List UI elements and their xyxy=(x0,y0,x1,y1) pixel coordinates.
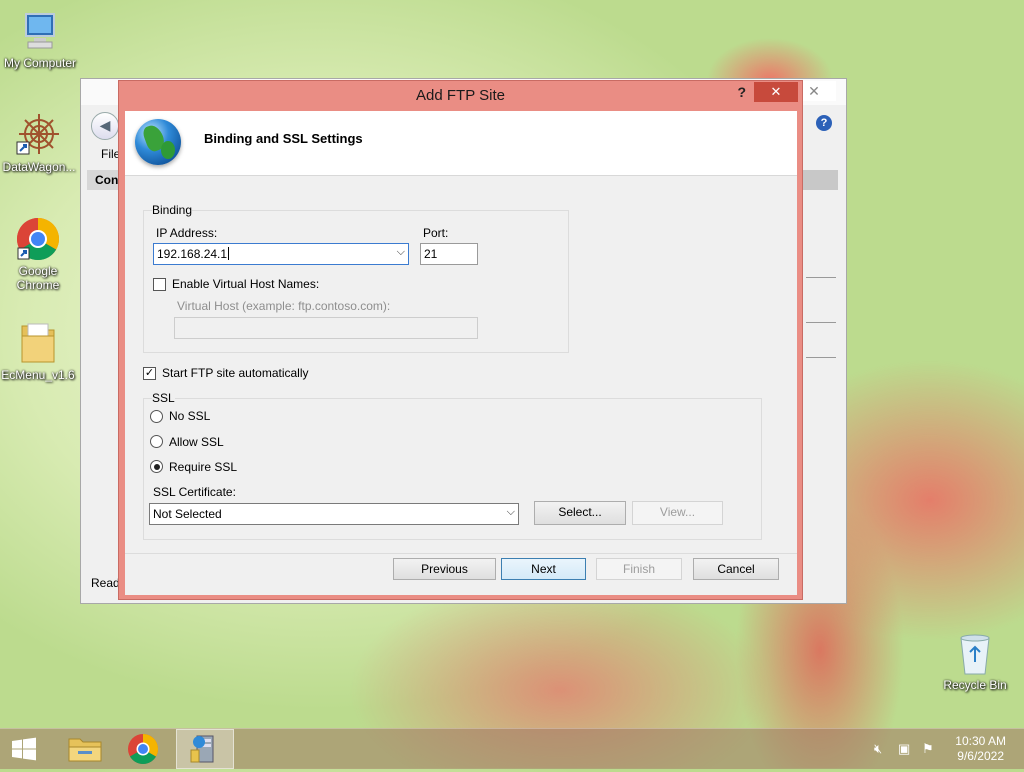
clock-date: 9/6/2022 xyxy=(957,749,1004,763)
taskbar-chrome[interactable] xyxy=(114,729,172,769)
start-automatically-label: Start FTP site automatically xyxy=(162,366,309,380)
chevron-down-icon[interactable]: ⌵ xyxy=(397,246,405,259)
ssl-certificate-value: Not Selected xyxy=(153,507,222,521)
actions-header xyxy=(798,170,838,190)
desktop-icon-my-computer[interactable]: My Computer xyxy=(0,10,80,70)
ip-address-value: 192.168.24.1 xyxy=(157,247,228,261)
virtual-host-input[interactable] xyxy=(174,317,478,339)
computer-icon xyxy=(18,10,62,54)
next-button[interactable]: Next xyxy=(501,558,586,580)
radio-no-ssl[interactable] xyxy=(150,410,163,423)
chrome-icon xyxy=(128,734,159,765)
iis-manager-icon xyxy=(190,735,214,763)
taskbar-iis-manager[interactable] xyxy=(176,729,234,769)
desktop-icon-label: DataWagon... xyxy=(2,160,76,174)
back-arrow-icon[interactable]: ◀ xyxy=(91,112,119,140)
globe-icon xyxy=(135,119,181,165)
status-text: Read xyxy=(91,576,120,590)
start-automatically-checkbox[interactable]: ✓ xyxy=(143,367,156,380)
desktop-icon-label: My Computer xyxy=(3,56,77,70)
dialog-title: Add FTP Site xyxy=(416,87,505,104)
taskbar-file-explorer[interactable] xyxy=(56,729,114,769)
datawagon-icon xyxy=(15,110,63,158)
radio-require-ssl[interactable] xyxy=(150,460,163,473)
recycle-bin-icon xyxy=(955,630,995,676)
select-certificate-button[interactable]: Select... xyxy=(534,501,626,525)
port-input[interactable]: 21 xyxy=(420,243,478,265)
dialog-body: Binding and SSL Settings Binding IP Addr… xyxy=(125,111,797,595)
speaker-muted-icon[interactable]: 🔇︎ xyxy=(874,741,882,757)
chrome-icon xyxy=(15,216,61,262)
desktop-icon-google-chrome[interactable]: Google Chrome xyxy=(0,216,78,292)
view-certificate-button[interactable]: View... xyxy=(632,501,723,525)
action-center-icon[interactable]: ⚑ xyxy=(922,741,934,757)
ssl-certificate-label: SSL Certificate: xyxy=(153,485,236,499)
windows-logo-icon xyxy=(12,737,36,761)
finish-button[interactable]: Finish xyxy=(596,558,682,580)
virtual-host-label: Virtual Host (example: ftp.contoso.com): xyxy=(177,299,391,313)
chevron-down-icon[interactable]: ⌵ xyxy=(507,506,515,519)
desktop-icon-label: EcMenu_v1.6 xyxy=(1,368,75,382)
previous-button[interactable]: Previous xyxy=(393,558,496,580)
ip-address-label: IP Address: xyxy=(156,226,218,240)
ssl-certificate-combo[interactable]: Not Selected ⌵ xyxy=(149,503,519,525)
cancel-button[interactable]: Cancel xyxy=(693,558,779,580)
help-icon[interactable]: ? xyxy=(816,115,832,131)
desktop-icon-label: Google Chrome xyxy=(16,264,60,292)
add-ftp-site-dialog: Add FTP Site ? ✕ Binding and SSL Setting… xyxy=(118,80,803,600)
taskbar: 🔇︎ ▣ ⚑ 10:30 AM 9/6/2022 xyxy=(0,728,1024,769)
footer-divider xyxy=(125,553,797,554)
desktop-icon-recycle-bin[interactable]: Recycle Bin xyxy=(935,630,1015,692)
text-caret xyxy=(228,247,230,260)
virtual-host-checkbox-label: Enable Virtual Host Names: xyxy=(172,277,320,291)
port-label: Port: xyxy=(423,226,449,240)
port-value: 21 xyxy=(424,247,438,261)
desktop-icon-datawagon[interactable]: DataWagon... xyxy=(0,110,79,174)
taskbar-clock[interactable]: 10:30 AM 9/6/2022 xyxy=(955,734,1006,764)
folder-icon xyxy=(16,320,60,366)
radio-allow-ssl[interactable] xyxy=(150,435,163,448)
help-button[interactable]: ? xyxy=(737,84,746,100)
close-button[interactable]: ✕ xyxy=(754,82,798,102)
radio-no-ssl-label: No SSL xyxy=(169,409,211,423)
radio-allow-ssl-label: Allow SSL xyxy=(169,435,224,449)
ip-address-combo[interactable]: 192.168.24.1 ⌵ xyxy=(153,243,409,265)
clock-time: 10:30 AM xyxy=(955,734,1006,748)
ssl-group-label: SSL xyxy=(152,391,175,405)
desktop-icon-ecmenu[interactable]: EcMenu_v1.6 xyxy=(0,320,78,382)
desktop-icon-label: Recycle Bin xyxy=(943,678,1007,692)
start-button[interactable] xyxy=(0,729,48,769)
wizard-banner: Binding and SSL Settings xyxy=(125,111,797,176)
radio-require-ssl-label: Require SSL xyxy=(169,460,238,474)
binding-group-label: Binding xyxy=(152,203,193,217)
page-title: Binding and SSL Settings xyxy=(204,131,363,146)
virtual-host-checkbox[interactable] xyxy=(153,278,166,291)
folder-icon xyxy=(68,738,102,762)
network-icon[interactable]: ▣ xyxy=(898,741,910,757)
